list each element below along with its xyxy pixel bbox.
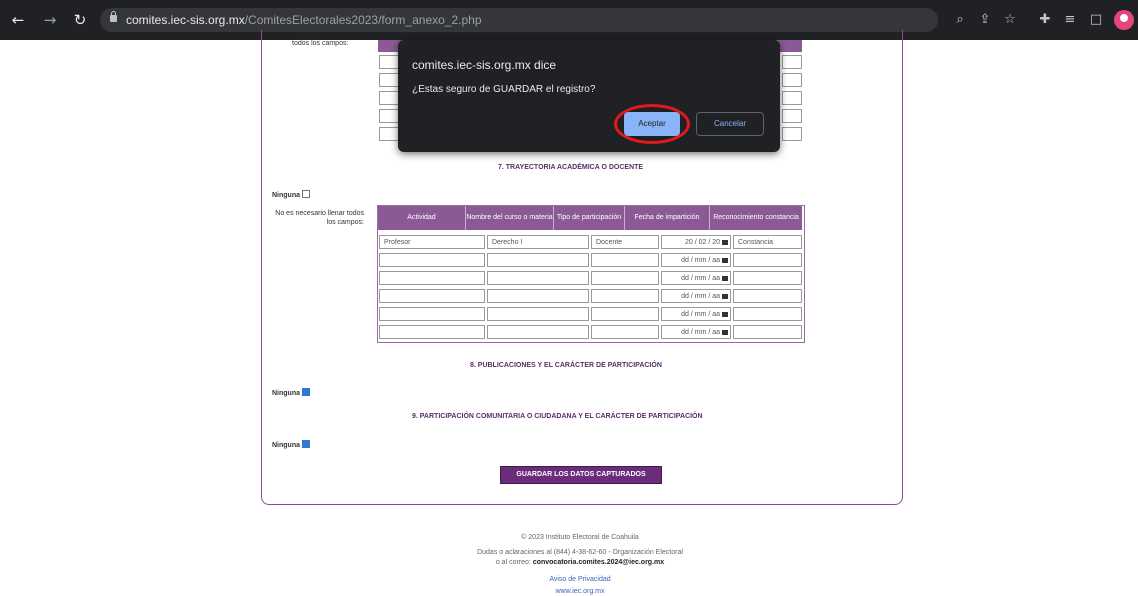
url-text: comites.iec-sis.org.mx/ComitesElectorale… — [126, 13, 482, 27]
table-cell-tipo[interactable] — [591, 325, 659, 339]
address-bar[interactable]: comites.iec-sis.org.mx/ComitesElectorale… — [100, 8, 938, 32]
top-table-cell[interactable] — [379, 91, 399, 105]
table-cell-actividad[interactable] — [379, 325, 485, 339]
table-header: Actividad — [378, 206, 466, 230]
table-cell-curso[interactable] — [487, 289, 589, 303]
table-cell-tipo[interactable] — [591, 307, 659, 321]
calendar-icon[interactable] — [722, 312, 728, 317]
calendar-icon[interactable] — [722, 294, 728, 299]
confirm-dialog: comites.iec-sis.org.mx dice ¿Estas segur… — [398, 40, 780, 152]
ninguna-checkbox[interactable] — [302, 440, 310, 448]
table-header: Nombre del curso o materia — [466, 206, 554, 230]
top-note: todos los campos: — [292, 40, 349, 47]
side-panel-icon[interactable]: □ — [1086, 10, 1106, 30]
table-cell-tipo[interactable] — [591, 271, 659, 285]
ninguna-9: Ninguna — [272, 440, 310, 449]
footer-contact-line1: Dudas o aclaraciones al (844) 4-38-62-60… — [477, 549, 683, 556]
section-8-title: 8. PUBLICACIONES Y EL CARÁCTER DE PARTIC… — [470, 362, 662, 369]
table-cell-curso[interactable] — [487, 307, 589, 321]
table-cell-actividad[interactable]: Profesor — [379, 235, 485, 249]
back-arrow-icon[interactable]: ← — [8, 10, 28, 30]
lock-icon — [110, 11, 117, 22]
table-cell-actividad[interactable] — [379, 253, 485, 267]
table-header: Reconocimiento constancia — [710, 206, 802, 230]
table-header: Tipo de participación — [554, 206, 625, 230]
cancel-button[interactable]: Cancelar — [696, 112, 764, 136]
table-cell-actividad[interactable] — [379, 289, 485, 303]
section-7-title: 7. TRAYECTORIA ACADÉMICA O DOCENTE — [498, 164, 644, 171]
calendar-icon[interactable] — [722, 276, 728, 281]
table-cell-fecha[interactable]: dd / mm / aa — [661, 307, 731, 321]
top-table-cell[interactable] — [782, 55, 802, 69]
reload-icon[interactable]: ↻ — [70, 10, 90, 30]
table-cell-reconocimiento[interactable] — [733, 289, 802, 303]
table-cell-curso[interactable] — [487, 325, 589, 339]
table-cell-actividad[interactable] — [379, 271, 485, 285]
table-cell-actividad[interactable] — [379, 307, 485, 321]
table-header: Fecha de impartición — [625, 206, 710, 230]
table-cell-fecha[interactable]: dd / mm / aa — [661, 253, 731, 267]
ninguna-8: Ninguna — [272, 388, 310, 397]
table-cell-tipo[interactable]: Docente — [591, 235, 659, 249]
table-cell-fecha[interactable]: 20 / 02 / 20 — [661, 235, 731, 249]
top-table-cell[interactable] — [379, 55, 399, 69]
top-table-cell[interactable] — [782, 127, 802, 141]
share-icon[interactable]: ⇪ — [975, 10, 995, 30]
privacy-link[interactable]: Aviso de Privacidad — [330, 576, 830, 583]
highlight-circle — [614, 104, 690, 144]
site-link[interactable]: www.iec.org.mx — [330, 588, 830, 595]
table-cell-tipo[interactable] — [591, 253, 659, 267]
ninguna-checkbox[interactable] — [302, 190, 310, 198]
table-cell-fecha[interactable]: dd / mm / aa — [661, 271, 731, 285]
calendar-icon[interactable] — [722, 330, 728, 335]
top-table-cell[interactable] — [379, 109, 399, 123]
contact-email-link[interactable]: convocatoria.comites.2024@iec.org.mx — [533, 559, 664, 566]
footer-copyright: © 2023 Instituto Electoral de Coahuila — [521, 534, 639, 541]
table-cell-curso[interactable]: Derecho I — [487, 235, 589, 249]
table-cell-reconocimiento[interactable]: Constancia — [733, 235, 802, 249]
table-cell-fecha[interactable]: dd / mm / aa — [661, 289, 731, 303]
top-table-cell[interactable] — [782, 73, 802, 87]
top-table-cell[interactable] — [379, 127, 399, 141]
extensions-icon[interactable]: ✚ — [1035, 10, 1055, 30]
calendar-icon[interactable] — [722, 240, 728, 245]
table-cell-curso[interactable] — [487, 253, 589, 267]
zoom-icon[interactable]: ⌕ — [950, 10, 970, 30]
top-table-cell[interactable] — [379, 73, 399, 87]
ninguna-checkbox[interactable] — [302, 388, 310, 396]
top-table-cell[interactable] — [782, 109, 802, 123]
forward-arrow-icon[interactable]: → — [40, 10, 60, 30]
dialog-title: comites.iec-sis.org.mx dice — [412, 58, 557, 72]
table-cell-reconocimiento[interactable] — [733, 253, 802, 267]
table-cell-reconocimiento[interactable] — [733, 307, 802, 321]
calendar-icon[interactable] — [722, 258, 728, 263]
table-cell-fecha[interactable]: dd / mm / aa — [661, 325, 731, 339]
dialog-message: ¿Estas seguro de GUARDAR el registro? — [412, 84, 596, 95]
table-cell-reconocimiento[interactable] — [733, 271, 802, 285]
top-table-cell[interactable] — [782, 91, 802, 105]
section-7-note: No es necesario llenar todos los campos: — [275, 210, 364, 226]
table-cell-curso[interactable] — [487, 271, 589, 285]
save-data-button[interactable]: GUARDAR LOS DATOS CAPTURADOS — [500, 466, 662, 484]
reading-list-icon[interactable]: ≡ — [1060, 10, 1080, 30]
table-cell-reconocimiento[interactable] — [733, 325, 802, 339]
star-icon[interactable]: ☆ — [1000, 10, 1020, 30]
footer-contact-line2: o al correo: convocatoria.comites.2024@i… — [495, 559, 665, 566]
section-9-title: 9. PARTICIPACIÓN COMUNITARIA O CIUDADANA… — [412, 413, 703, 420]
ninguna-7: Ninguna — [272, 190, 310, 199]
table-cell-tipo[interactable] — [591, 289, 659, 303]
profile-avatar[interactable] — [1114, 10, 1134, 30]
